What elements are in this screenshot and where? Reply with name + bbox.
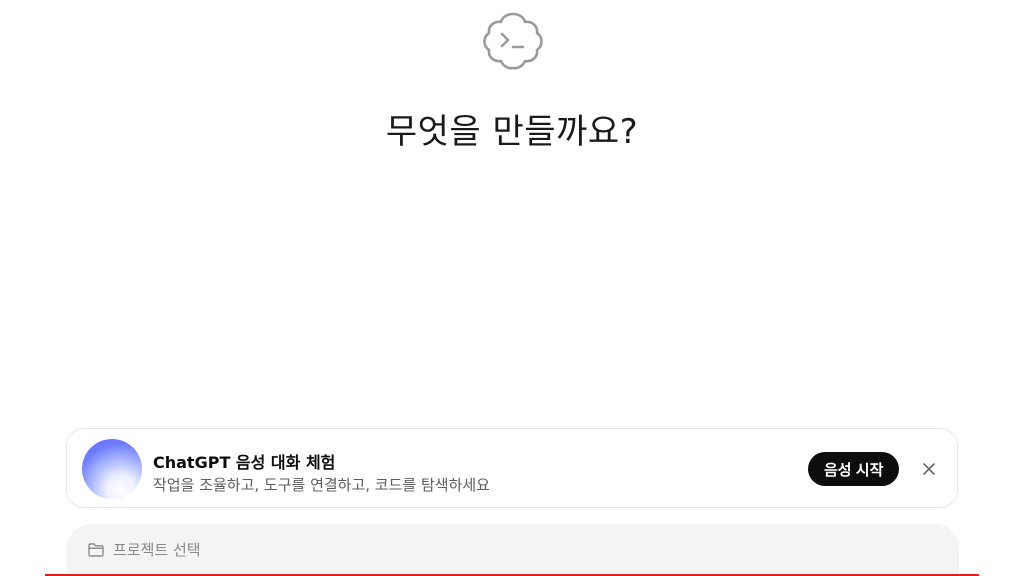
page-title: 무엇을 만들까요? (385, 112, 639, 152)
voice-orb-icon (82, 439, 142, 499)
voice-card-subtitle: 작업을 조율하고, 도구를 연결하고, 코드를 탐색하세요 (153, 476, 490, 494)
project-select-button[interactable]: 프로젝트 선택 (87, 539, 201, 560)
start-voice-button[interactable]: 음성 시작 (808, 452, 900, 486)
voice-promo-card: ChatGPT 음성 대화 체험 작업을 조율하고, 도구를 연결하고, 코드를… (66, 428, 958, 508)
page: 무엇을 만들까요? ChatGPT 음성 대화 체험 작업을 조율하고, 도구를… (0, 0, 1024, 576)
close-icon[interactable] (919, 459, 939, 479)
composer: 프로젝트 선택 (67, 524, 959, 576)
codex-logo-icon (483, 12, 543, 70)
project-select-label: 프로젝트 선택 (113, 541, 201, 559)
close-icon-glyph (923, 463, 935, 475)
folder-icon (88, 542, 104, 557)
voice-card-title: ChatGPT 음성 대화 체험 (153, 453, 336, 472)
